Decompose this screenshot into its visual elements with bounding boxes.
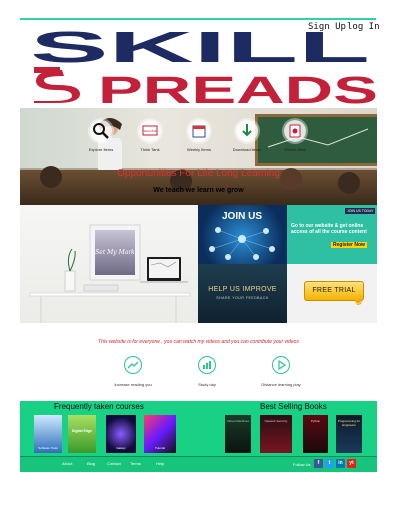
help-title: HELP US IMPROVE (208, 286, 277, 293)
poster-text: Set My Mark (95, 249, 135, 256)
footer-link-terms[interactable]: Terms (130, 461, 141, 466)
hero-icon-label: What's New (284, 147, 306, 152)
hero-tagline-red: Opportunities For Life Long Learning (117, 168, 280, 179)
logo-line2: PREADS (98, 70, 378, 104)
promo-grid: Set My Mark JOIN US JOIN US TODAY Go to … (20, 205, 377, 323)
explore-item-icon[interactable] (90, 120, 112, 142)
classroom-board (255, 114, 377, 166)
help-sub: SHARE YOUR FEEDBACK (216, 296, 269, 300)
join-us-banner[interactable]: JOIN US (198, 205, 287, 264)
linkedin-icon[interactable]: in (336, 459, 345, 468)
facebook-icon[interactable]: f (314, 459, 323, 468)
course-card[interactable]: Software Tools (34, 415, 62, 453)
think-tank-icon[interactable]: TEACHING (139, 120, 161, 142)
book-card[interactable]: Programming for Engineers (336, 415, 362, 453)
bar-chart-icon (198, 356, 216, 374)
cursor-hand-icon: ☝ (353, 295, 365, 305)
download-items-icon[interactable] (236, 120, 258, 142)
skillspreads-logo: SKILL PREADS (22, 23, 378, 112)
follow-us-label: Follow Us (293, 462, 311, 467)
weekly-items-icon[interactable] (188, 120, 210, 142)
hero-icon-label: Think Tank (140, 147, 160, 152)
course-card[interactable]: Digital Edge (68, 415, 96, 453)
twitter-icon[interactable]: t (325, 459, 334, 468)
feature-label: Distance learning play (261, 382, 301, 387)
join-us-label: JOIN US (222, 211, 262, 222)
course-card[interactable]: Tutorial (144, 415, 176, 453)
footer-link-contact[interactable]: Contact (107, 461, 121, 466)
register-banner[interactable]: JOIN US TODAY Go to our website & get on… (287, 205, 377, 264)
feedback-banner[interactable]: HELP US IMPROVE SHARE YOUR FEEDBACK (198, 264, 287, 323)
logo-line1: SKILL (30, 26, 370, 72)
course-card[interactable]: Galaxy (106, 415, 136, 453)
top-accent-line (20, 18, 376, 20)
teal-text: Go to our website & get online access of… (291, 223, 367, 235)
hero-icon-label: Weekly Items (187, 147, 211, 152)
youtube-icon[interactable]: yt (347, 459, 356, 468)
register-now-link[interactable]: Register Now (331, 242, 367, 248)
svg-text:TEACHING: TEACHING (142, 129, 158, 133)
play-icon (272, 356, 290, 374)
trend-icon (124, 356, 142, 374)
whats-new-icon[interactable] (284, 120, 306, 142)
footer-link-blog[interactable]: Blog (87, 461, 95, 466)
site-footer: About Blog Contact Terms Help Follow Us … (20, 456, 377, 472)
courses-title: Frequently taken courses (54, 402, 144, 411)
hero-tagline-black: We teach we learn we grow (153, 187, 244, 194)
info-section: This website is for everyone , you can w… (20, 323, 377, 401)
hero-banner: Explore Items TEACHING Think Tank Weekly… (20, 108, 377, 205)
workspace-image: Set My Mark (20, 205, 198, 323)
teal-heading: JOIN US TODAY (345, 208, 376, 214)
books-title: Best Selling Books (260, 402, 327, 411)
site-statement: This website is for everyone , you can w… (98, 339, 299, 345)
hero-icon-label: Download items (232, 147, 262, 152)
book-card[interactable]: Virtual Machines (225, 415, 251, 453)
feature-item: Distance learning play (236, 356, 326, 387)
footer-link-help[interactable]: Help (156, 461, 164, 466)
book-card[interactable]: Network Security (260, 415, 292, 453)
book-card[interactable]: Python (303, 415, 328, 453)
footer-link-about[interactable]: About (62, 461, 72, 466)
hero-icon-label: Explore Items (88, 147, 114, 152)
